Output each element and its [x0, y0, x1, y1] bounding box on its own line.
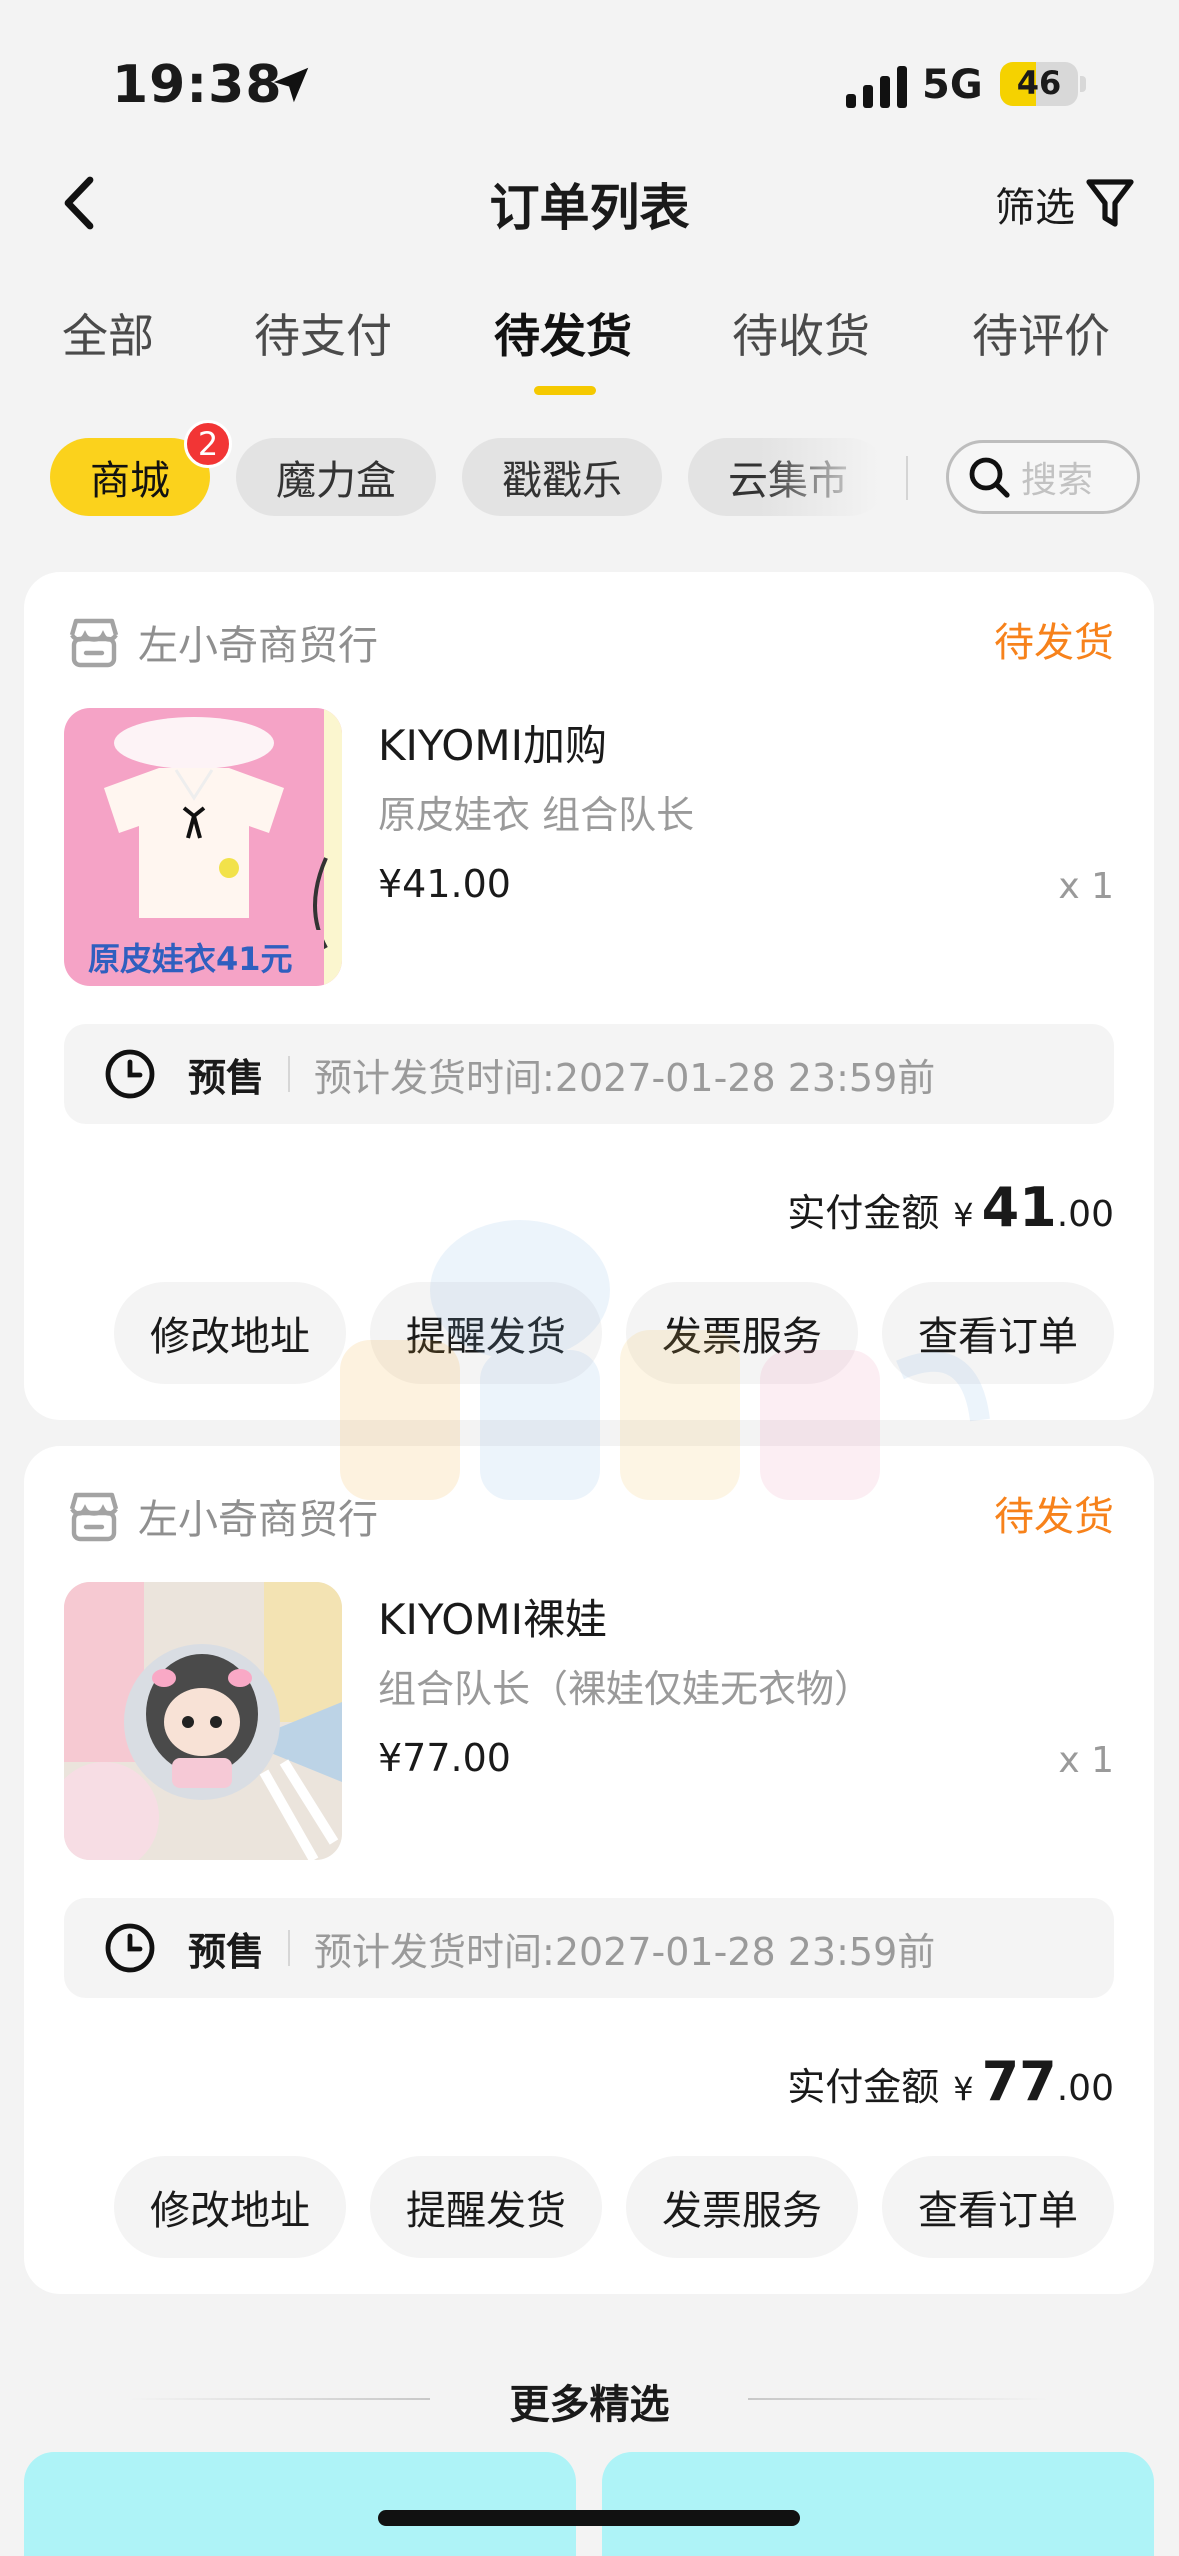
view-order-button[interactable]: 查看订单: [882, 2156, 1114, 2258]
paid-label: 实付金额: [787, 2065, 940, 2109]
clock-icon: [105, 1049, 155, 1099]
tab-pending-payment[interactable]: 待支付: [254, 300, 392, 366]
chip-label: 商城: [90, 458, 170, 504]
shop-icon: [69, 618, 119, 668]
filter-label: 筛选: [995, 185, 1075, 231]
battery-level: 46: [1016, 64, 1062, 102]
tab-all[interactable]: 全部: [62, 300, 154, 366]
chip-poke-fun[interactable]: 戳戳乐: [462, 438, 662, 516]
status-bar: 19:38 5G 46: [0, 0, 1179, 150]
status-time: 19:38: [112, 55, 283, 115]
estimated-ship-time: 预计发货时间:2027-01-28 23:59前: [314, 1055, 936, 1100]
divider-line: [748, 2398, 1048, 2400]
chips-fade: [760, 438, 900, 518]
notification-badge: 2: [184, 420, 232, 468]
shop-icon: [69, 1492, 119, 1542]
paid-decimal: .00: [1056, 1194, 1114, 1235]
chip-magic-box[interactable]: 魔力盒: [236, 438, 436, 516]
filter-button[interactable]: 筛选: [995, 172, 1135, 236]
chip-mall[interactable]: 商城 2: [50, 420, 232, 516]
product-price: ¥77.00: [378, 1736, 511, 1780]
chips-divider: [906, 456, 908, 500]
product-title: KIYOMI裸娃: [378, 1595, 607, 1644]
battery-cap: [1080, 76, 1086, 92]
signal-icon: [846, 66, 907, 108]
paid-integer: 77: [981, 2050, 1057, 2113]
invoice-service-button[interactable]: 发票服务: [626, 2156, 858, 2258]
product-image[interactable]: [64, 1582, 342, 1860]
search-input[interactable]: 搜索: [946, 440, 1140, 514]
search-icon: [969, 457, 1010, 498]
order-actions: 修改地址 提醒发货 发票服务 查看订单: [114, 2156, 1114, 2258]
shop-header[interactable]: 左小奇商贸行: [66, 612, 378, 672]
estimated-ship-time: 预计发货时间:2027-01-28 23:59前: [314, 1929, 936, 1974]
remind-shipment-button[interactable]: 提醒发货: [370, 2156, 602, 2258]
more-picks-header: 更多精选: [0, 2364, 1179, 2434]
tab-pending-shipment[interactable]: 待发货: [494, 300, 632, 366]
order-tabs: 全部 待支付 待发货 待收货 待评价: [0, 300, 1179, 400]
presale-divider: [288, 1056, 291, 1092]
product-image[interactable]: 原皮娃衣41元: [64, 708, 342, 986]
nav-bar: 订单列表 筛选: [0, 150, 1179, 260]
location-arrow-icon: [273, 67, 309, 103]
presale-info: 预售 预计发货时间:2027-01-28 23:59前: [64, 1024, 1114, 1124]
paid-decimal: .00: [1056, 2068, 1114, 2109]
product-price: ¥41.00: [378, 862, 511, 906]
presale-label: 预售: [188, 1055, 265, 1100]
paid-amount: 实付金额 ¥ 77 .00: [787, 2050, 1114, 2113]
clock-icon: [105, 1923, 155, 1973]
order-card: 左小奇商贸行 待发货 KIYOMI裸娃 组合队长（裸娃仅娃无衣物） ¥77.00…: [24, 1446, 1154, 2294]
presale-label: 预售: [188, 1929, 265, 1974]
paid-currency: ¥: [953, 2070, 974, 2108]
order-status: 待发货: [994, 620, 1114, 666]
home-indicator[interactable]: [378, 2510, 800, 2526]
tab-pending-receipt[interactable]: 待收货: [732, 300, 870, 366]
order-status: 待发货: [994, 1494, 1114, 1540]
product-image-caption: 原皮娃衣41元: [88, 940, 293, 978]
recommendation-card[interactable]: [24, 2452, 576, 2556]
network-label: 5G: [922, 62, 983, 108]
filter-funnel-icon: [1086, 179, 1134, 227]
modify-address-button[interactable]: 修改地址: [114, 1282, 346, 1384]
active-tab-indicator: [534, 386, 596, 395]
product-quantity: x 1: [1058, 866, 1114, 907]
search-placeholder: 搜索: [1021, 460, 1094, 501]
product-spec: 原皮娃衣 组合队长: [378, 793, 695, 837]
product-spec: 组合队长（裸娃仅娃无衣物）: [378, 1667, 873, 1711]
presale-info: 预售 预计发货时间:2027-01-28 23:59前: [64, 1898, 1114, 1998]
shop-name: 左小奇商贸行: [138, 623, 378, 669]
battery-icon: 46: [1000, 62, 1078, 106]
product-title: KIYOMI加购: [378, 721, 607, 770]
modify-address-button[interactable]: 修改地址: [114, 2156, 346, 2258]
watermark-logo: [340, 1220, 990, 1500]
tab-pending-review[interactable]: 待评价: [972, 300, 1110, 366]
presale-divider: [288, 1930, 291, 1966]
recommendation-card[interactable]: [602, 2452, 1154, 2556]
more-picks-title: 更多精选: [509, 2382, 670, 2428]
product-quantity: x 1: [1058, 1740, 1114, 1781]
